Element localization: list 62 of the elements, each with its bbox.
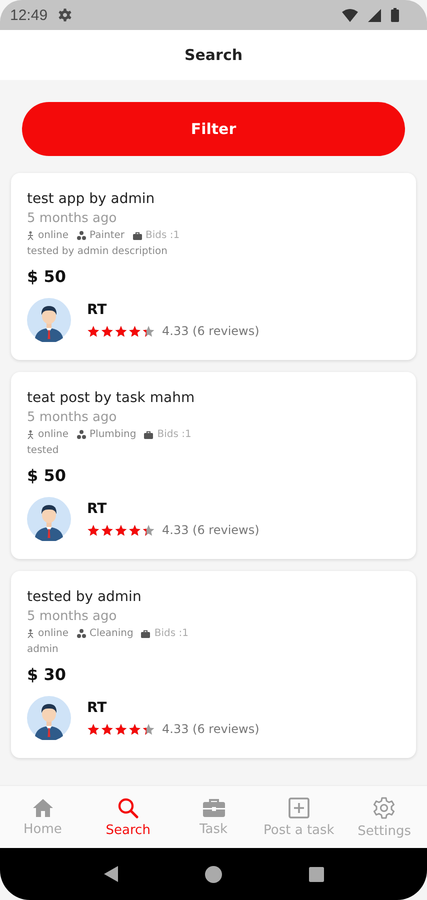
task-category: Cleaning xyxy=(90,628,134,639)
screen-title: Search xyxy=(184,46,243,64)
person-icon xyxy=(27,231,34,240)
category-icon xyxy=(76,629,86,638)
briefcase-icon xyxy=(144,430,154,438)
avatar xyxy=(27,696,71,740)
category-icon xyxy=(76,430,86,439)
rating-text: 4.33 (6 reviews) xyxy=(162,523,260,537)
task-mode: online xyxy=(38,628,69,639)
task-description: admin xyxy=(27,644,60,655)
rating-text: 4.33 (6 reviews) xyxy=(162,324,260,338)
task-title: tested by admin xyxy=(27,589,142,605)
nav-tab[interactable]: Home xyxy=(0,786,86,848)
battery-icon xyxy=(391,8,399,22)
status-time: 12:49 xyxy=(10,6,48,24)
task-card[interactable]: teat post by task mahm 5 months ago online Plumbing Bids :1 tested $ 50 RT 4.33 (6 reviews) xyxy=(11,372,416,559)
avatar xyxy=(27,497,71,541)
home-icon xyxy=(32,798,54,818)
task-description: tested xyxy=(27,445,60,456)
task-category: Painter xyxy=(90,230,125,241)
add-box-icon xyxy=(288,796,310,818)
task-description: tested by admin description xyxy=(27,246,168,257)
user-name: RT xyxy=(87,302,108,318)
back-icon[interactable] xyxy=(104,866,118,882)
task-card[interactable]: tested by admin 5 months ago online Cleaning Bids :1 admin $ 30 RT 4.33 (6 reviews) xyxy=(11,571,416,758)
user-name: RT xyxy=(87,700,108,716)
user-name: RT xyxy=(87,501,108,517)
task-card[interactable]: test app by admin 5 months ago online Painter Bids :1 tested by admin description $ 50 RT 4.33 (6 reviews) xyxy=(11,173,416,360)
posted-time: 5 months ago xyxy=(27,211,118,226)
briefcase-icon xyxy=(202,798,226,818)
settings-icon xyxy=(372,796,396,820)
briefcase-icon xyxy=(132,232,142,240)
task-mode: online xyxy=(38,230,69,241)
filter-button[interactable]: Filter xyxy=(22,102,405,156)
bids-count: Bids :1 xyxy=(154,628,188,639)
posted-time: 5 months ago xyxy=(27,410,118,425)
wifi-icon xyxy=(342,8,358,22)
home-icon[interactable] xyxy=(204,866,222,882)
task-price: $ 50 xyxy=(27,267,67,286)
nav-tab[interactable]: Task xyxy=(170,786,256,848)
task-price: $ 30 xyxy=(27,665,67,684)
task-category: Plumbing xyxy=(90,429,136,440)
person-icon xyxy=(27,629,34,638)
recents-icon[interactable] xyxy=(308,866,324,882)
avatar xyxy=(27,298,71,342)
person-icon xyxy=(27,430,34,439)
rating-text: 4.33 (6 reviews) xyxy=(162,722,260,736)
category-icon xyxy=(76,231,86,240)
nav-tab[interactable]: Post a task xyxy=(256,786,342,848)
gear-icon xyxy=(58,8,72,22)
task-title: test app by admin xyxy=(27,191,156,207)
task-price: $ 50 xyxy=(27,466,67,485)
search-icon xyxy=(117,796,140,818)
bids-count: Bids :1 xyxy=(146,230,180,241)
nav-tab[interactable]: Search xyxy=(85,786,171,848)
bids-count: Bids :1 xyxy=(157,429,192,440)
signal-icon xyxy=(368,8,381,22)
task-title: teat post by task mahm xyxy=(27,390,196,406)
task-mode: online xyxy=(38,429,69,440)
briefcase-icon xyxy=(141,630,150,638)
nav-tab[interactable]: Settings xyxy=(342,786,427,848)
posted-time: 5 months ago xyxy=(27,609,118,624)
